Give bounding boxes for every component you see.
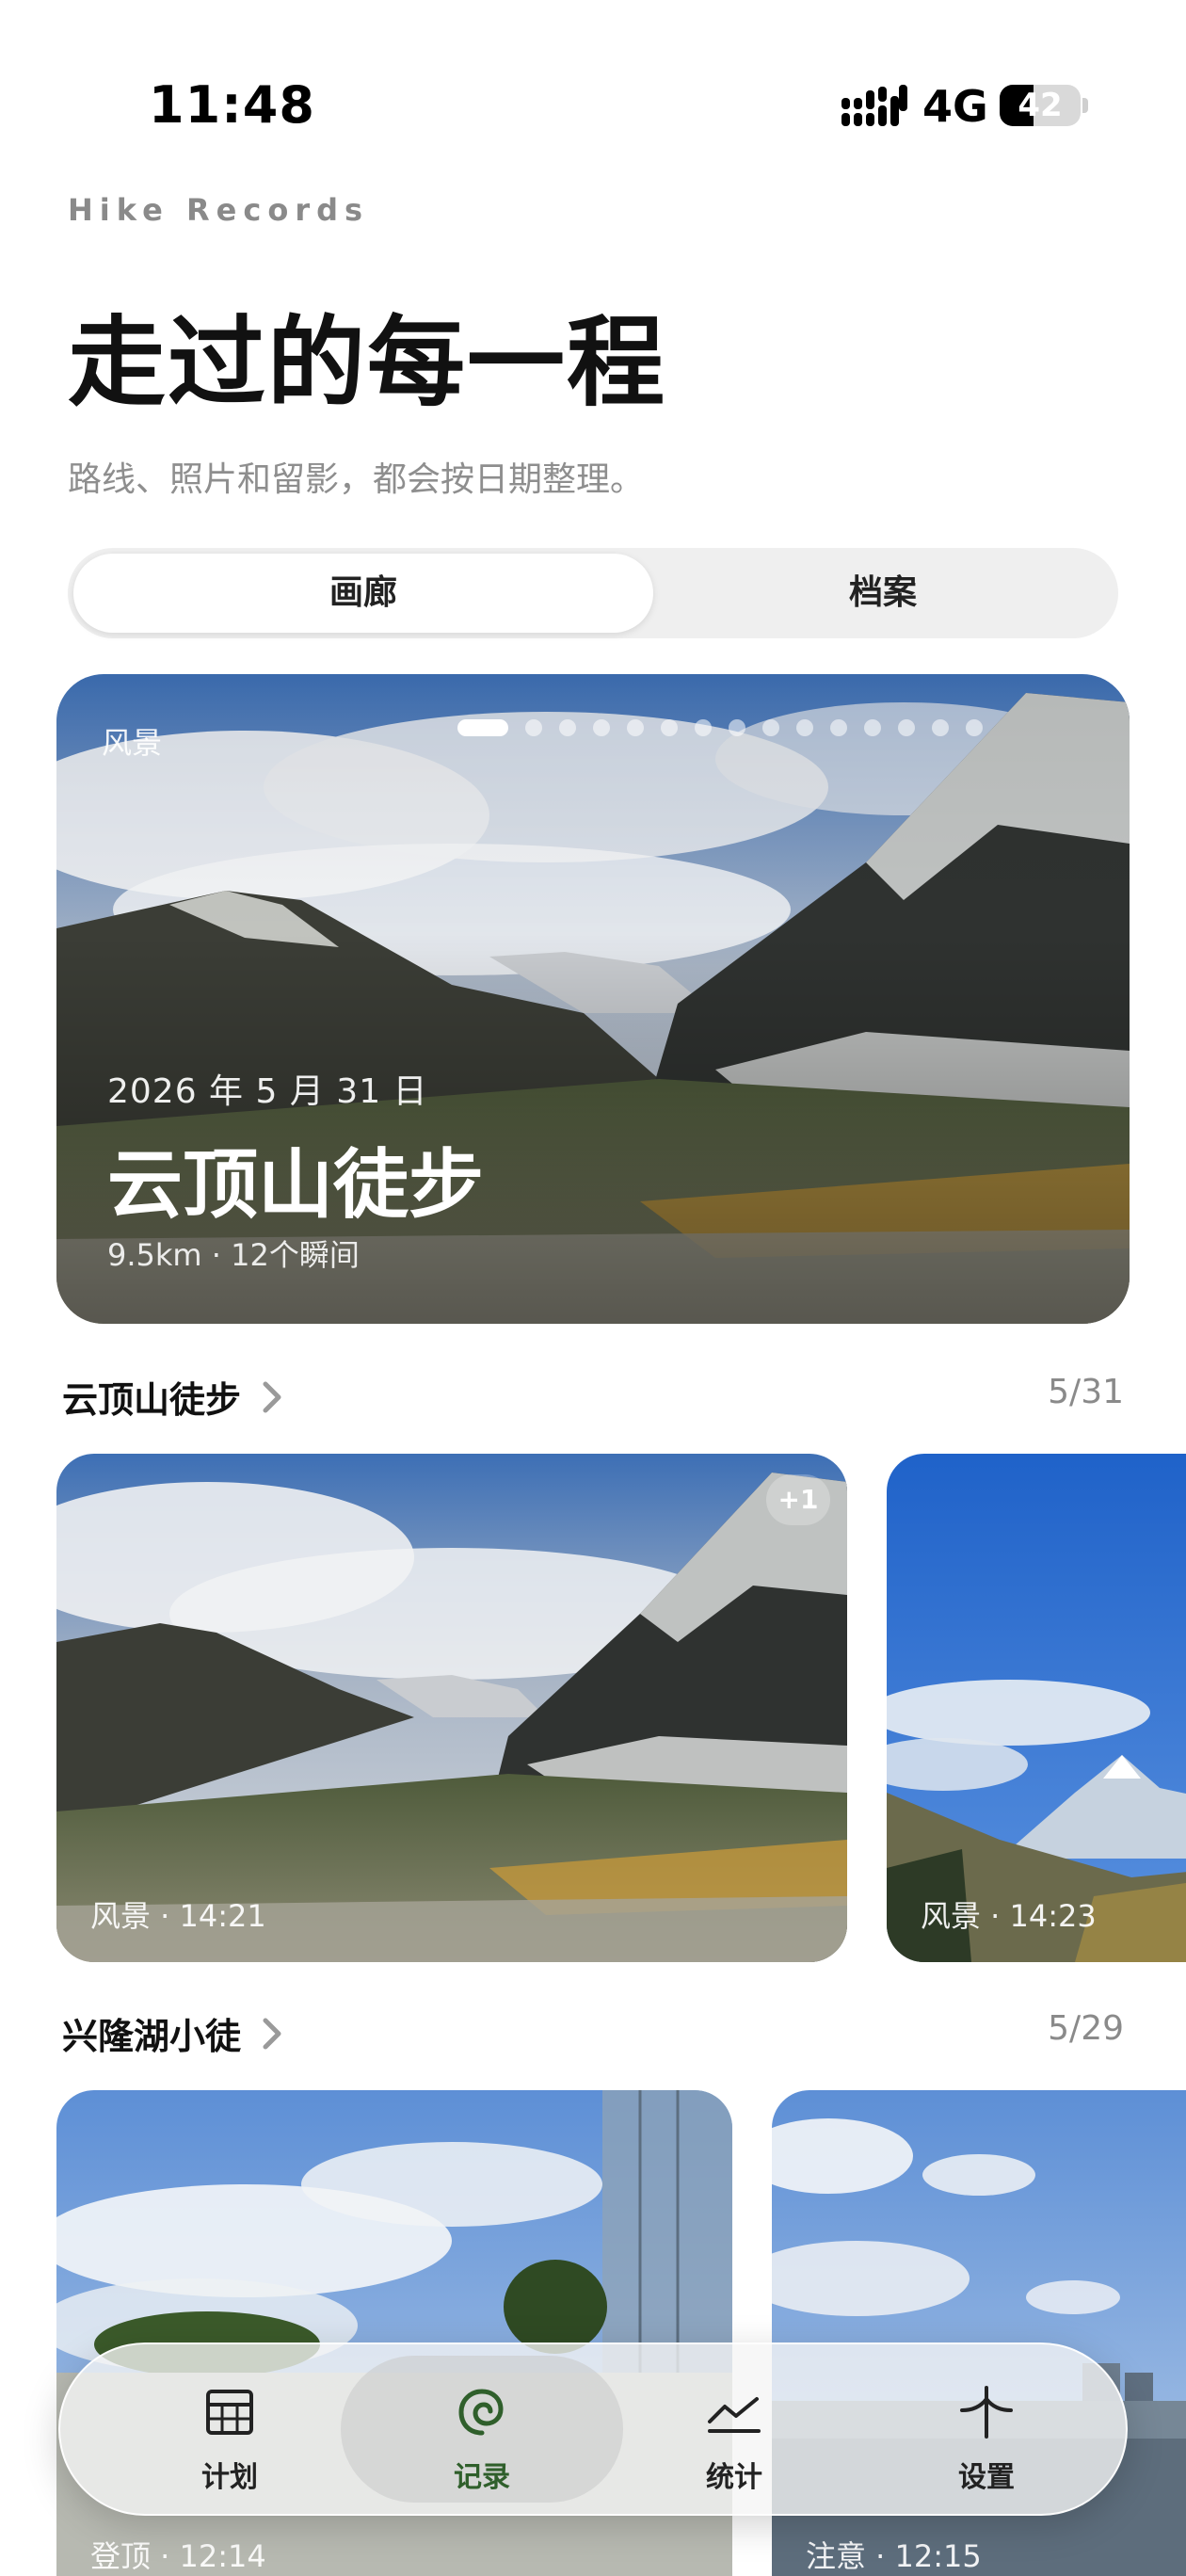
page-dot[interactable] bbox=[932, 719, 949, 736]
tab-label: 记录 bbox=[454, 2461, 510, 2494]
chevron-right-icon bbox=[263, 1381, 281, 1413]
page-dot[interactable] bbox=[729, 719, 745, 736]
hero-meta: 9.5km · 12个瞬间 bbox=[107, 1237, 360, 1273]
photo-card[interactable]: 风景 · 14:23 bbox=[887, 1454, 1186, 1962]
page-dot[interactable] bbox=[966, 719, 983, 736]
view-segmented-control: 画廊 档案 bbox=[68, 548, 1118, 638]
tab-gallery[interactable]: 画廊 bbox=[73, 554, 653, 633]
hero-card[interactable]: 风景 2026 年 5 月 31 日 云顶山徒步 9.5km · 12个瞬间 bbox=[56, 674, 1130, 1324]
eyebrow-label: Hike Records bbox=[68, 192, 370, 228]
tab-record[interactable]: 记录 bbox=[341, 2356, 623, 2503]
tab-stats[interactable]: 统计 bbox=[593, 2356, 875, 2503]
section-date: 5/29 bbox=[1048, 2009, 1124, 2048]
page-dot[interactable] bbox=[830, 719, 847, 736]
section-title: 云顶山徒步 bbox=[62, 1379, 242, 1421]
tab-settings[interactable]: 设置 bbox=[845, 2356, 1128, 2503]
bottom-tab-bar: 计划 记录 统计 设置 bbox=[58, 2343, 1128, 2516]
page-dot[interactable] bbox=[593, 719, 610, 736]
sparkle-icon bbox=[960, 2386, 1013, 2439]
section-header-yundingshan[interactable]: 云顶山徒步 5/31 bbox=[62, 1371, 1124, 1427]
photo-caption: 风景 · 14:23 bbox=[921, 1898, 1097, 1934]
photo-card[interactable]: +1 风景 · 14:21 bbox=[56, 1454, 847, 1962]
chevron-right-icon bbox=[263, 2018, 281, 2050]
tab-label: 统计 bbox=[706, 2461, 762, 2494]
page-dot[interactable] bbox=[559, 719, 576, 736]
chart-line-icon bbox=[708, 2397, 761, 2433]
battery-icon: 42 bbox=[1000, 85, 1088, 126]
tab-label: 计划 bbox=[201, 2461, 258, 2494]
page-dot[interactable] bbox=[898, 719, 915, 736]
page-dot[interactable] bbox=[457, 719, 508, 736]
status-time: 11:48 bbox=[149, 75, 315, 135]
page-dot[interactable] bbox=[796, 719, 813, 736]
tab-plan[interactable]: 计划 bbox=[88, 2356, 371, 2503]
photo-mountain-snow bbox=[56, 1454, 847, 1962]
hero-title: 云顶山徒步 bbox=[107, 1141, 484, 1229]
photo-snow-peak bbox=[887, 1454, 1186, 1962]
page-dot[interactable] bbox=[661, 719, 678, 736]
tab-label: 设置 bbox=[958, 2461, 1015, 2494]
calendar-icon bbox=[206, 2390, 253, 2435]
section-header-xinglonghu[interactable]: 兴隆湖小徒 5/29 bbox=[62, 2007, 1124, 2064]
battery-level: 42 bbox=[1018, 87, 1063, 124]
photo-caption: 风景 · 14:21 bbox=[90, 1898, 266, 1934]
page-subtitle: 路线、照片和留影，都会按日期整理。 bbox=[68, 460, 645, 499]
page-dot[interactable] bbox=[864, 719, 881, 736]
page-dot[interactable] bbox=[627, 719, 644, 736]
page-title: 走过的每一程 bbox=[68, 305, 667, 420]
tab-archive[interactable]: 档案 bbox=[653, 554, 1113, 633]
signal-icon bbox=[841, 85, 907, 126]
page-dot[interactable] bbox=[695, 719, 712, 736]
status-bar: 11:48 4G 42 bbox=[0, 0, 1186, 179]
photo-caption: 注意 · 12:15 bbox=[806, 2538, 982, 2574]
more-photos-badge: +1 bbox=[766, 1474, 830, 1525]
photo-caption: 登顶 · 12:14 bbox=[90, 2538, 266, 2574]
page-dot[interactable] bbox=[525, 719, 542, 736]
page-dot[interactable] bbox=[762, 719, 779, 736]
section-date: 5/31 bbox=[1048, 1373, 1124, 1411]
record-swirl-icon bbox=[458, 2389, 504, 2436]
hero-date: 2026 年 5 月 31 日 bbox=[107, 1072, 428, 1111]
hero-category-tag: 风景 bbox=[102, 725, 163, 761]
network-label: 4G bbox=[922, 81, 988, 132]
section-title: 兴隆湖小徒 bbox=[62, 2016, 242, 2057]
